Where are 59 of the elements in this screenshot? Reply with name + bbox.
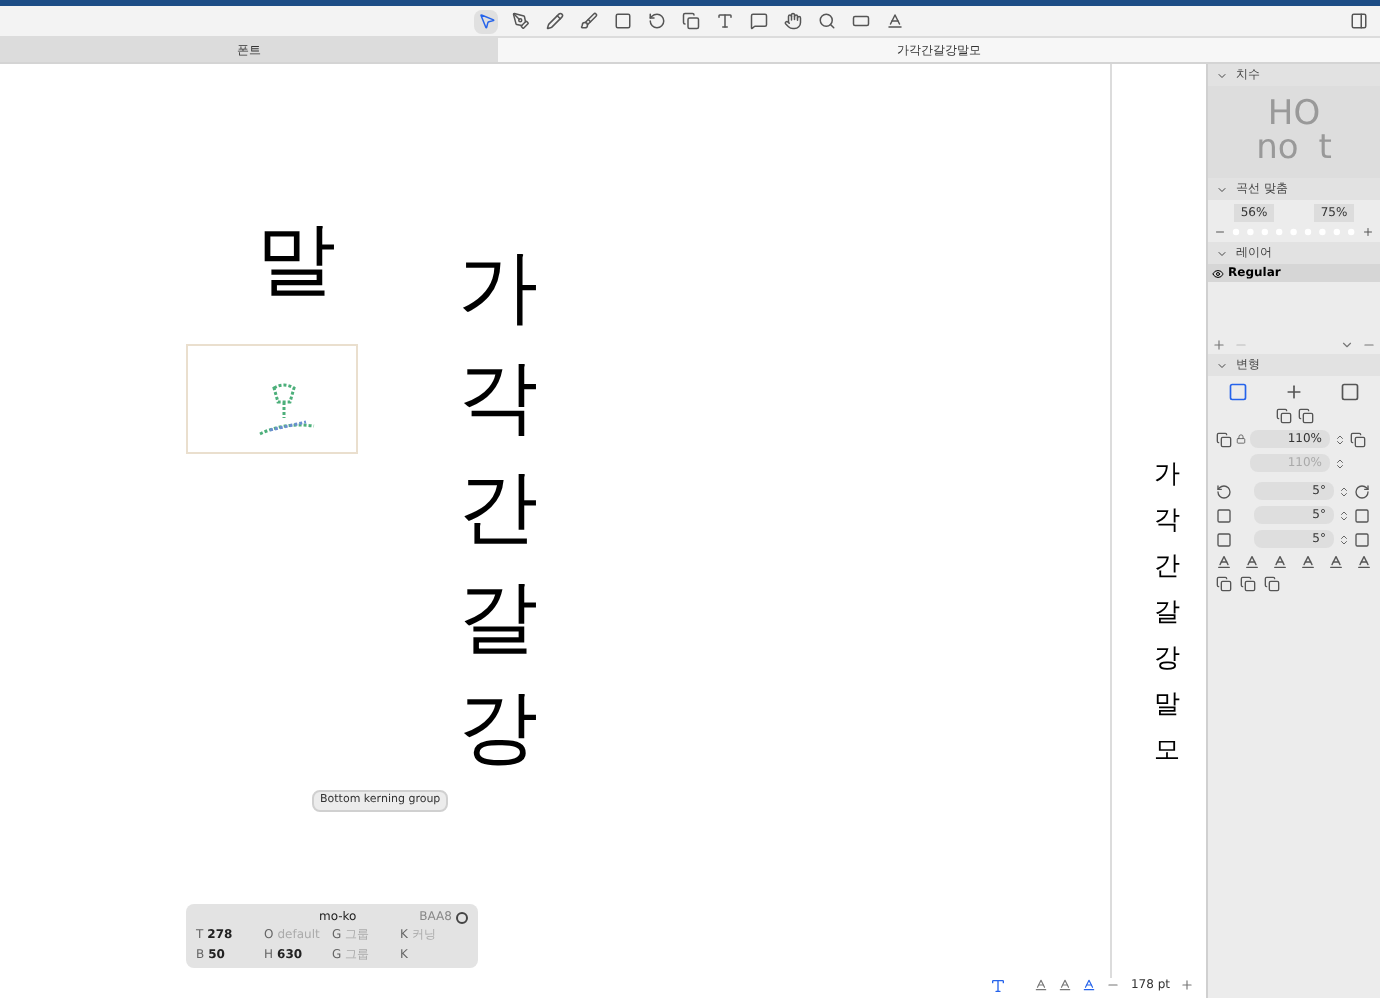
tool-button[interactable] <box>678 9 702 33</box>
chevron-icon <box>1216 183 1228 195</box>
tool-button[interactable] <box>644 9 668 33</box>
frame-icon[interactable] <box>1340 382 1360 402</box>
copy-icon <box>681 12 699 30</box>
tool-button[interactable] <box>780 9 804 33</box>
text-icon <box>715 12 733 30</box>
speech-bubble-icon <box>749 12 767 30</box>
chevron-icon[interactable] <box>1340 338 1354 352</box>
chevron-icon <box>1216 69 1228 81</box>
tool-button[interactable] <box>746 9 770 33</box>
preview-character: 강 <box>1154 644 1180 674</box>
rotate-left-icon[interactable] <box>1216 483 1232 499</box>
chevron-icon <box>1216 359 1228 371</box>
brush-icon <box>579 12 597 30</box>
eye-icon[interactable] <box>1212 267 1224 279</box>
tool-button[interactable] <box>474 9 498 33</box>
crosshair-icon[interactable] <box>1284 382 1304 402</box>
pencil-icon <box>545 12 563 30</box>
pointer-icon <box>477 12 495 30</box>
glyph-character: 가 <box>458 244 538 334</box>
tool-button[interactable] <box>712 9 736 33</box>
metrics-text: t <box>1318 132 1332 166</box>
glyph-character: 간 <box>458 464 538 554</box>
chevron-icon <box>1216 247 1228 259</box>
sidebar-toggle-icon[interactable] <box>1350 12 1368 30</box>
glyph-character: 각 <box>458 354 538 444</box>
preview-character: 가 <box>1154 460 1180 490</box>
path-operation-icon[interactable] <box>1264 576 1280 592</box>
tool-button[interactable] <box>882 9 906 33</box>
rectangle-icon <box>851 12 869 30</box>
preview-character: 갈 <box>1154 598 1180 628</box>
glyph-character: 갈 <box>458 574 538 664</box>
rotate-icon <box>647 12 665 30</box>
path-operation-icon[interactable] <box>1216 576 1232 592</box>
tool-button[interactable] <box>814 9 838 33</box>
square-icon <box>613 12 631 30</box>
lock-icon[interactable] <box>1236 434 1246 444</box>
metrics-text: no <box>1256 132 1299 166</box>
text-icon[interactable] <box>990 977 1007 993</box>
preview-character: 모 <box>1154 736 1180 766</box>
tool-button[interactable] <box>576 9 600 33</box>
tool-button[interactable] <box>542 9 566 33</box>
path-operation-icon[interactable] <box>1240 576 1256 592</box>
glyph-character: 강 <box>458 684 538 774</box>
rotate-right-icon[interactable] <box>1354 483 1370 499</box>
hand-icon <box>783 12 801 30</box>
preview-character: 말 <box>1154 690 1180 720</box>
pen-icon <box>511 12 529 30</box>
tool-button[interactable] <box>610 9 634 33</box>
tool-button[interactable] <box>508 9 532 33</box>
glyph-character: 말 <box>256 220 336 300</box>
search-icon <box>817 12 835 30</box>
plus-icon[interactable] <box>1362 226 1374 238</box>
bounding-box-icon[interactable] <box>1228 382 1248 402</box>
metrics-text: HO <box>1267 98 1321 132</box>
baseline-icon <box>885 12 903 30</box>
preview-character: 간 <box>1154 552 1180 582</box>
preview-character: 각 <box>1154 506 1180 536</box>
